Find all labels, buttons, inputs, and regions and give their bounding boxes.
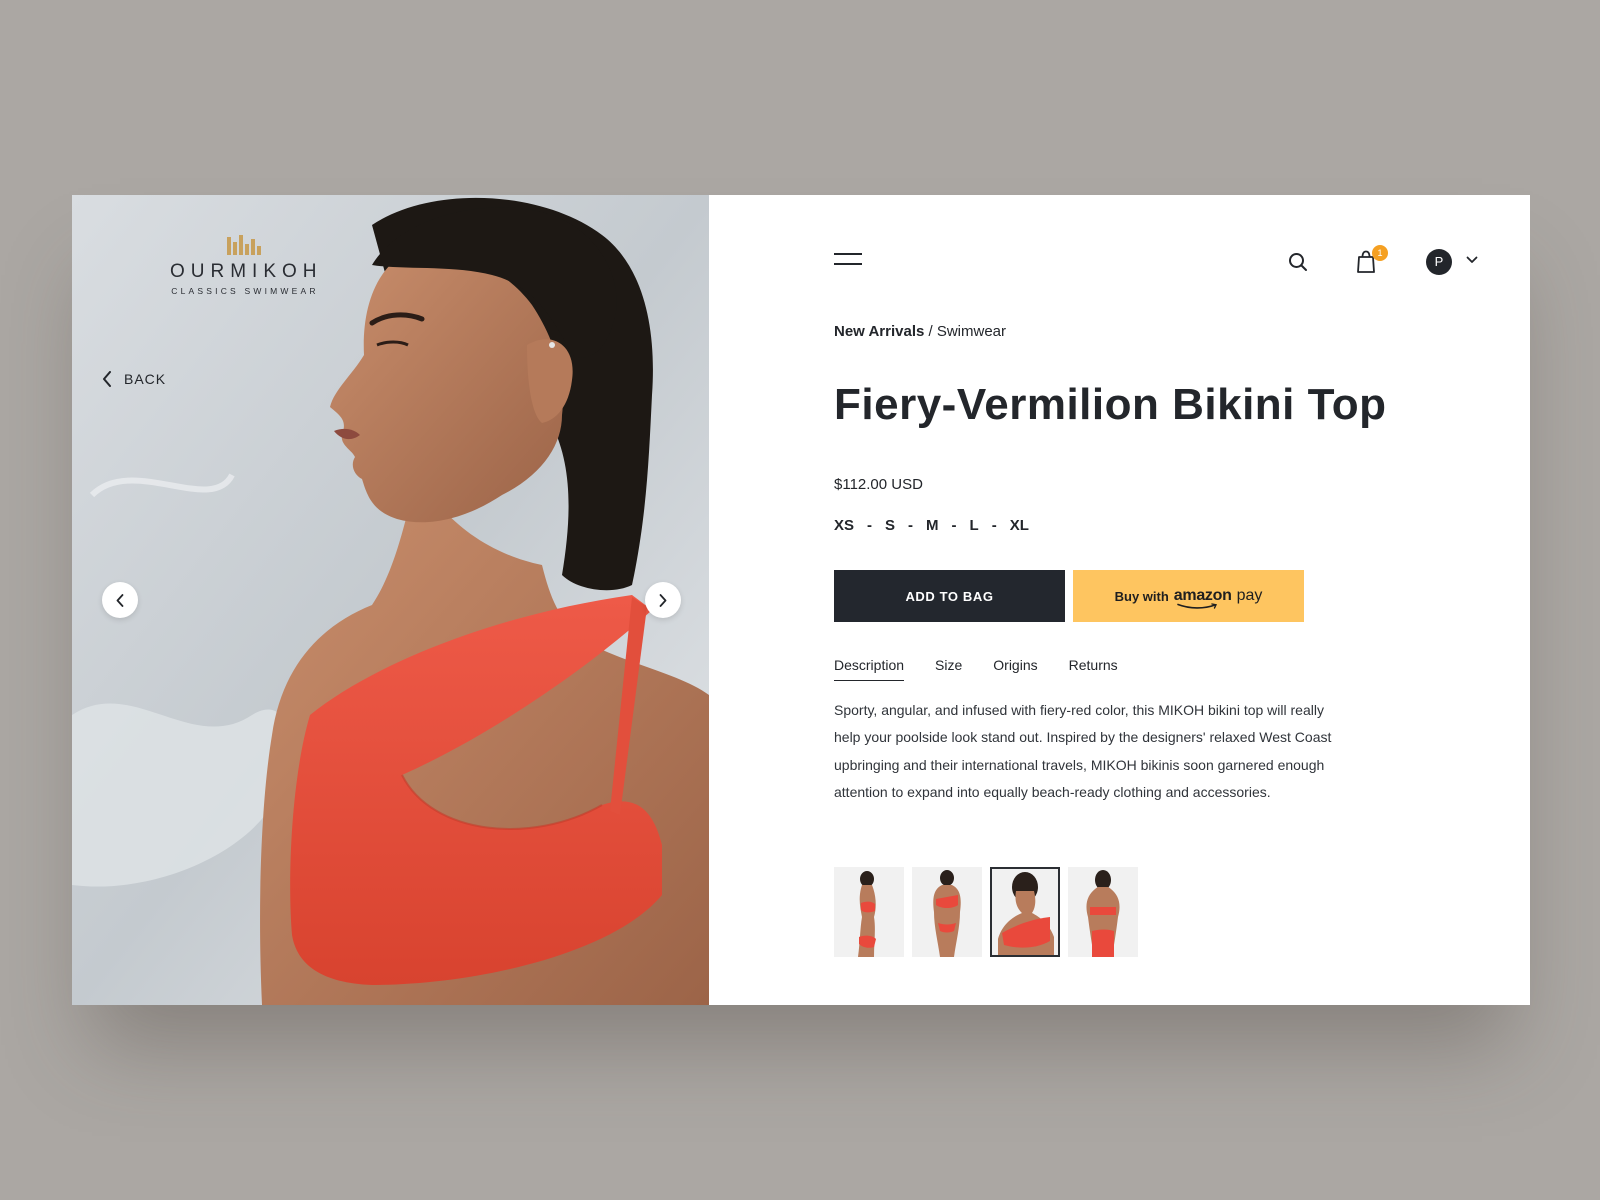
thumbnail-back-view[interactable] <box>1068 867 1138 957</box>
product-description: Sporty, angular, and infused with fiery-… <box>834 702 1332 800</box>
size-separator: - <box>991 517 997 534</box>
breadcrumb-current[interactable]: Swimwear <box>937 323 1006 340</box>
size-separator: - <box>951 517 957 534</box>
chevron-right-icon <box>659 593 667 607</box>
amazon-pay-button[interactable]: Buy with amazon pay <box>1073 570 1304 622</box>
amazon-pay-prefix: Buy with <box>1114 588 1169 604</box>
thumbnail-image <box>1068 867 1138 957</box>
back-label: BACK <box>124 371 167 387</box>
chevron-left-icon <box>116 593 124 607</box>
brand-tagline: CLASSICS SWIMWEAR <box>171 286 319 296</box>
product-price: $112.00 USD <box>834 476 923 493</box>
back-button[interactable]: BACK <box>102 371 166 387</box>
brand-logo[interactable]: OURMIKOH CLASSICS SWIMWEAR <box>170 233 320 296</box>
size-separator: - <box>867 517 873 534</box>
model-photo <box>72 195 709 1005</box>
size-option-xs[interactable]: XS <box>834 517 854 534</box>
amazon-smile-icon <box>1176 603 1217 609</box>
amazon-logo: amazon <box>1173 587 1232 609</box>
product-title: Fiery-Vermilion Bikini Top <box>834 380 1387 429</box>
previous-image-button[interactable] <box>102 582 138 618</box>
thumbnail-side-view[interactable] <box>834 867 904 957</box>
size-option-xl[interactable]: XL <box>1010 517 1029 534</box>
tab-description[interactable]: Description <box>834 657 905 681</box>
tab-size[interactable]: Size <box>935 657 962 681</box>
thumbnail-image <box>912 867 982 957</box>
search-icon[interactable] <box>1288 252 1308 272</box>
size-selector: XS - S - M - L - XL <box>834 517 1029 534</box>
logo-mark-icon <box>227 235 261 255</box>
add-to-bag-button[interactable]: ADD TO BAG <box>834 570 1065 622</box>
amazon-pay-suffix: pay <box>1236 587 1263 604</box>
product-tabs: Description Size Origins Returns <box>834 657 1149 681</box>
chevron-down-icon[interactable] <box>1466 256 1478 264</box>
tab-returns[interactable]: Returns <box>1069 657 1118 681</box>
cart-count-badge: 1 <box>1372 245 1388 261</box>
breadcrumb-separator: / <box>928 323 933 340</box>
next-image-button[interactable] <box>645 582 681 618</box>
amazon-logo-text: amazon <box>1173 587 1232 604</box>
size-option-m[interactable]: M <box>926 517 939 534</box>
hamburger-menu-icon[interactable] <box>834 253 862 269</box>
product-card: OURMIKOH CLASSICS SWIMWEAR BACK 1 P New … <box>72 195 1530 1005</box>
hero-image-panel: OURMIKOH CLASSICS SWIMWEAR BACK <box>72 195 709 1005</box>
thumbnail-image <box>992 869 1058 955</box>
size-separator: - <box>908 517 914 534</box>
breadcrumb: New Arrivals / Swimwear <box>834 323 1006 340</box>
chevron-left-icon <box>103 371 111 387</box>
thumbnail-close-up-view[interactable] <box>990 867 1060 957</box>
size-option-s[interactable]: S <box>885 517 895 534</box>
breadcrumb-parent-link[interactable]: New Arrivals <box>834 323 924 340</box>
tab-origins[interactable]: Origins <box>993 657 1037 681</box>
thumbnail-gallery <box>834 867 1138 957</box>
thumbnail-front-view[interactable] <box>912 867 982 957</box>
size-option-l[interactable]: L <box>970 517 979 534</box>
brand-name: OURMIKOH <box>170 261 323 282</box>
user-avatar[interactable]: P <box>1426 249 1452 275</box>
thumbnail-image <box>834 867 904 957</box>
